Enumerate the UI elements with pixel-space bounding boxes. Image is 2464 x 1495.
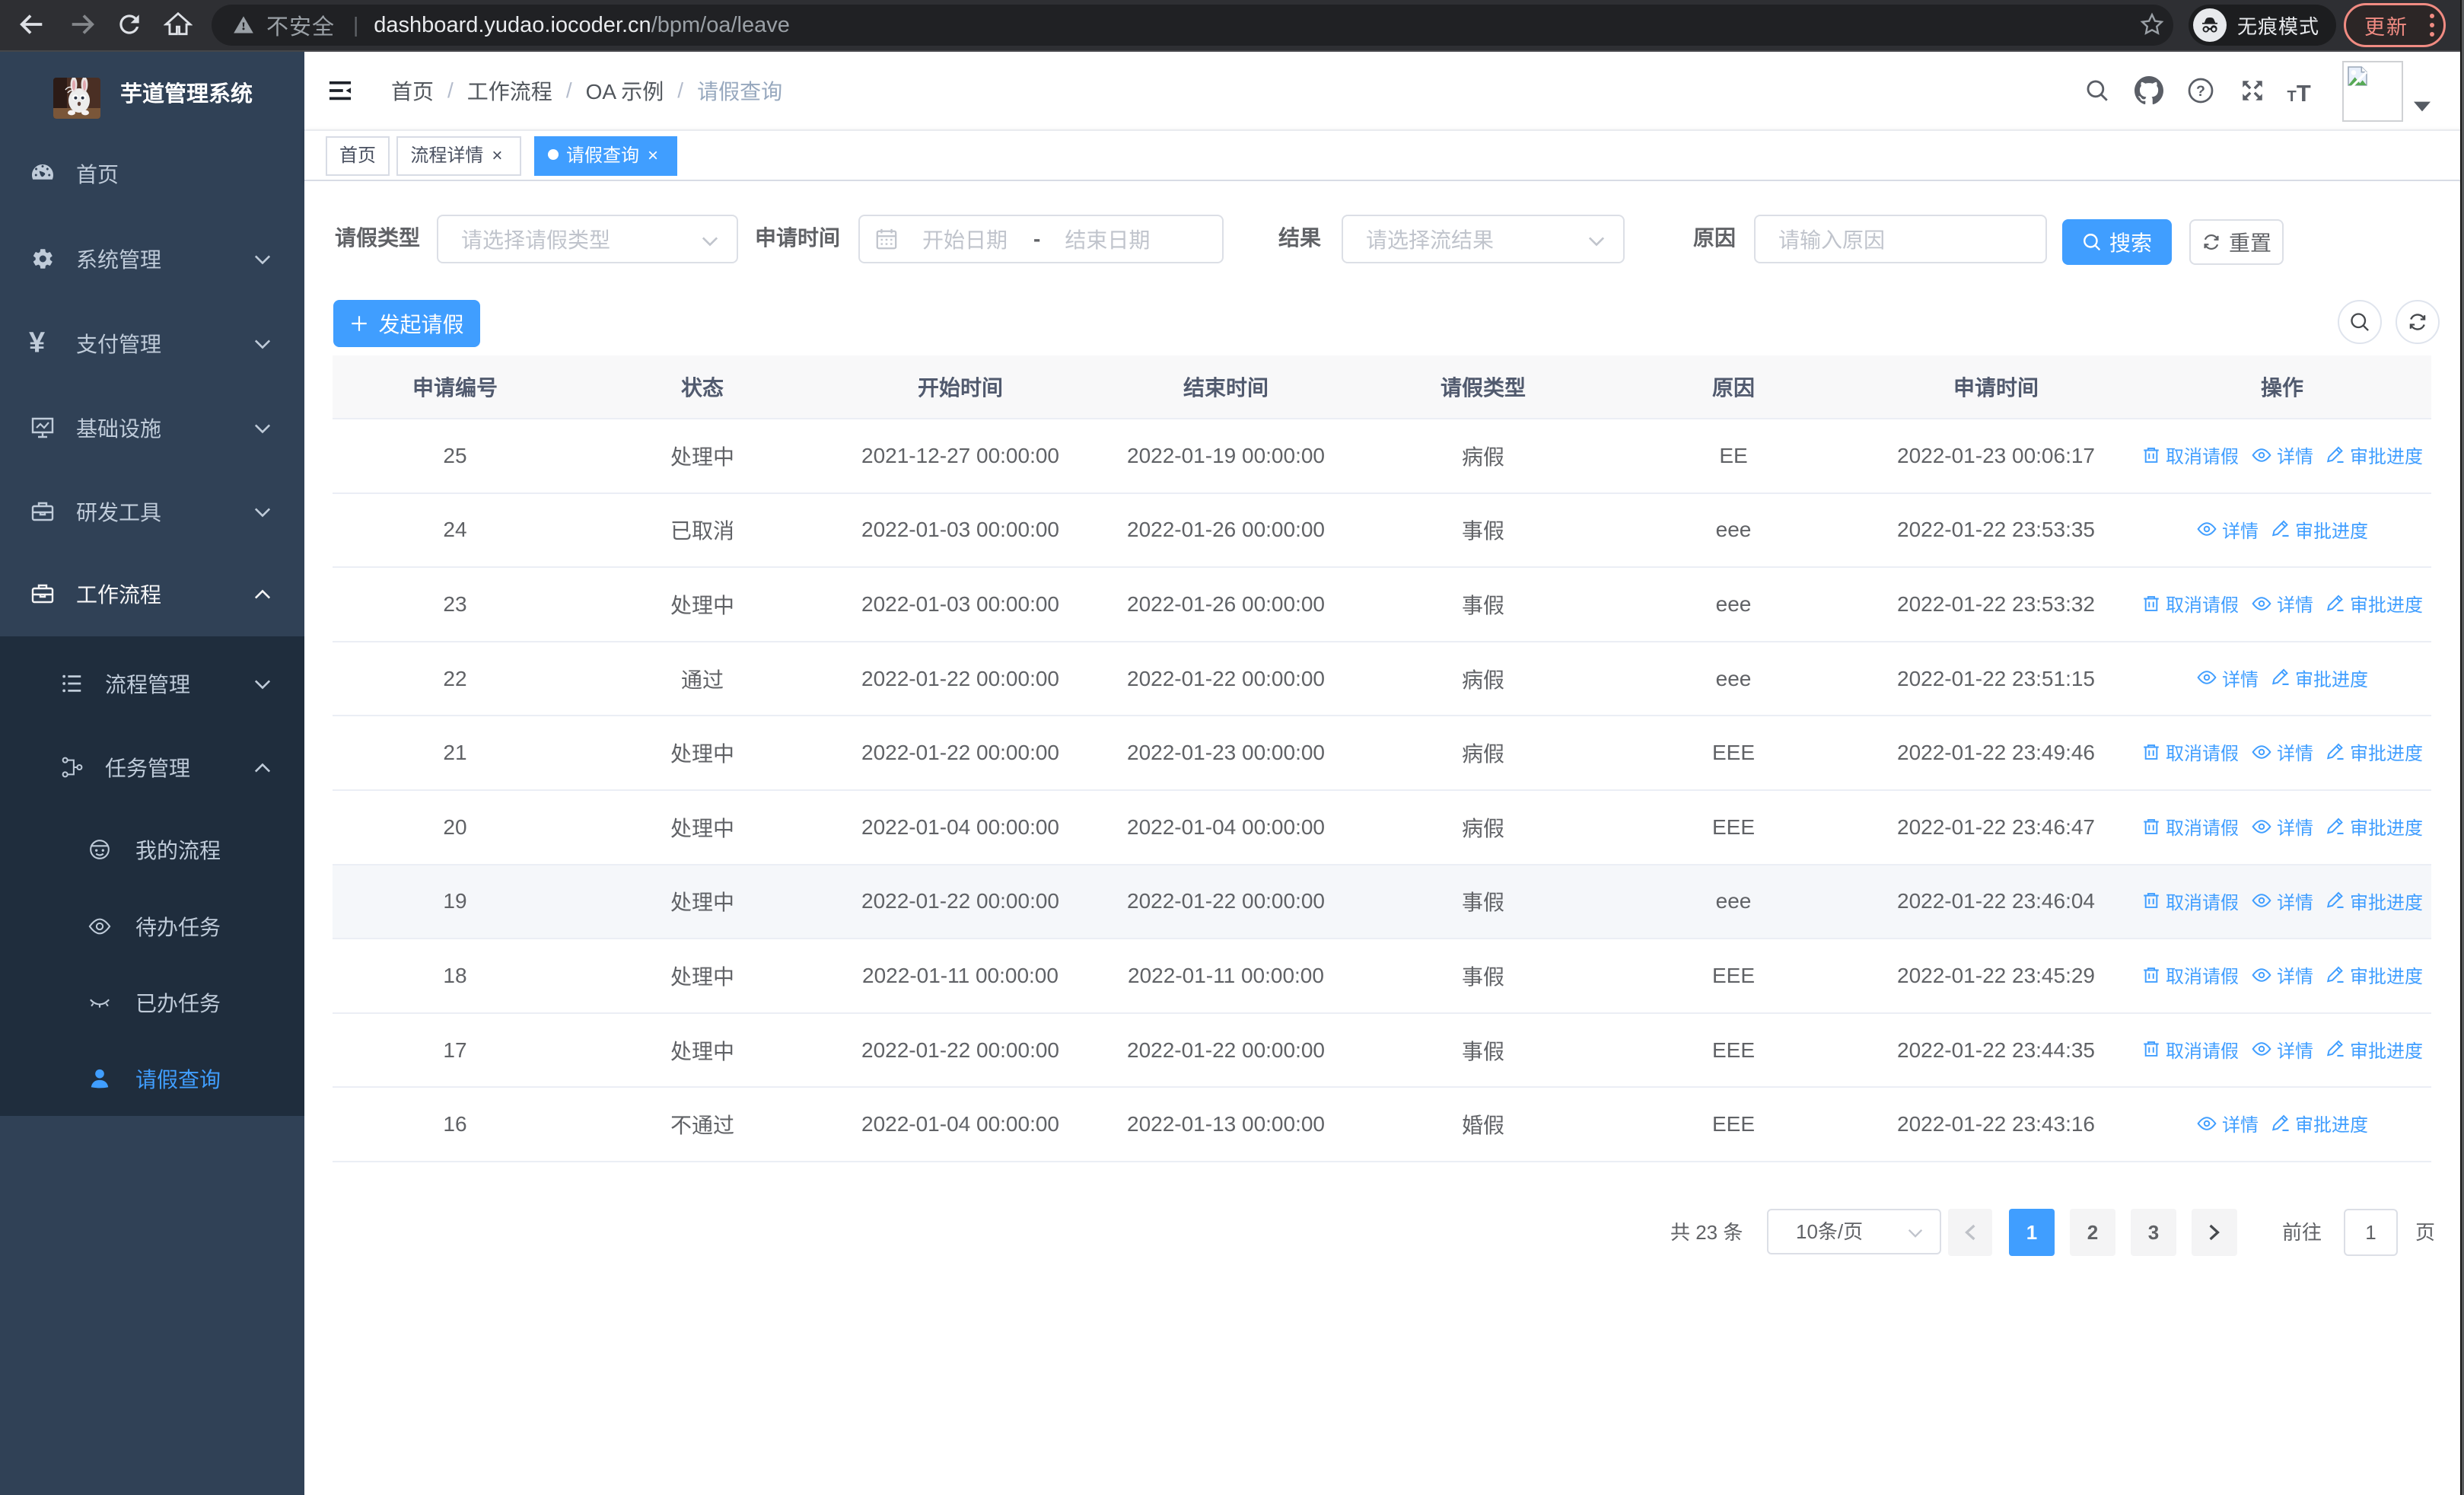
svg-text:?: ?	[2196, 83, 2205, 100]
svg-text:T: T	[2287, 88, 2297, 104]
svg-text:T: T	[2297, 80, 2311, 104]
